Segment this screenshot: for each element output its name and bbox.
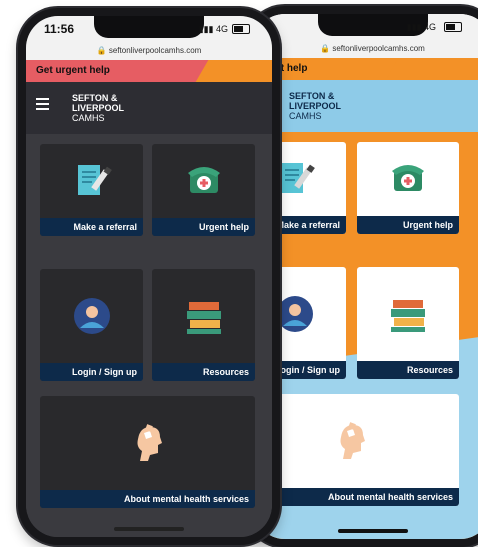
urgent-help-banner[interactable]: Get urgent help: [26, 60, 272, 82]
site-header: SEFTON & LIVERPOOL CAMHS: [26, 82, 272, 134]
network-label: 4G: [423, 22, 436, 32]
battery-icon: [444, 22, 462, 32]
menu-icon[interactable]: [36, 98, 49, 110]
user-avatar-icon: [40, 269, 143, 363]
status-time: 11:56: [44, 22, 75, 36]
home-indicator[interactable]: [337, 529, 408, 533]
tile-grid: Make a referral Urgent help Login / Sign…: [253, 132, 478, 539]
signal-network: ▮▮▮ 4G: [198, 24, 228, 34]
network-label: 4G: [215, 24, 228, 34]
lock-icon: 🔒: [320, 44, 331, 53]
phone-dark: 11:56 ▮▮▮ 4G 🔒 seftonliverpoolcamhs.com …: [18, 8, 280, 545]
tile-urgent-help[interactable]: Urgent help: [152, 144, 255, 236]
books-icon: [357, 267, 459, 361]
books-icon: [152, 269, 255, 363]
logo-line-1: SEFTON &: [72, 93, 118, 103]
signal-network: ▮▮▮ 4G: [406, 22, 436, 32]
tile-label: Urgent help: [357, 216, 459, 234]
logo-line-3: CAMHS: [72, 113, 105, 123]
tile-label: Urgent help: [152, 218, 255, 236]
url-text: seftonliverpoolcamhs.com: [332, 44, 425, 53]
head-puzzle-icon: [253, 394, 459, 488]
tile-label: Login / Sign up: [40, 363, 143, 381]
url-text: seftonliverpoolcamhs.com: [108, 46, 202, 55]
logo-line-2: LIVERPOOL: [289, 101, 342, 111]
logo-line-3: CAMHS: [289, 111, 322, 121]
logo-line-1: SEFTON &: [289, 91, 335, 101]
phone-screen: 56 ▮▮▮ 4G 🔒 seftonliverpoolcamhs.com gen…: [253, 14, 478, 539]
tile-about-services[interactable]: About mental health services: [253, 394, 459, 506]
url-bar[interactable]: 🔒 seftonliverpoolcamhs.com: [253, 44, 478, 53]
site-logo[interactable]: SEFTON & LIVERPOOL CAMHS: [72, 93, 124, 123]
tile-resources[interactable]: Resources: [152, 269, 255, 381]
head-puzzle-icon: [40, 396, 255, 490]
url-bar[interactable]: 🔒 seftonliverpoolcamhs.com: [26, 46, 272, 55]
site-header: SEFTON & LIVERPOOL CAMHS: [253, 80, 478, 132]
tile-make-referral[interactable]: Make a referral: [40, 144, 143, 236]
home-indicator[interactable]: [114, 527, 184, 531]
tile-label: About mental health services: [253, 488, 459, 506]
logo-line-2: LIVERPOOL: [72, 103, 125, 113]
tile-grid: Make a referral Urgent help Login / Sign…: [26, 134, 272, 537]
telephone-icon: [357, 142, 459, 216]
status-bar: 11:56 ▮▮▮ 4G 🔒 seftonliverpoolcamhs.com: [26, 16, 272, 60]
lock-icon: 🔒: [96, 46, 107, 55]
tile-resources[interactable]: Resources: [357, 267, 459, 379]
battery-icon: [232, 24, 250, 34]
banner-orange-stripe: [385, 58, 478, 80]
camera-notch: [94, 16, 204, 38]
tile-label: Resources: [357, 361, 459, 379]
tile-login-signup[interactable]: Login / Sign up: [40, 269, 143, 381]
phone-screen: 11:56 ▮▮▮ 4G 🔒 seftonliverpoolcamhs.com …: [26, 16, 272, 537]
tile-label: Resources: [152, 363, 255, 381]
telephone-icon: [152, 144, 255, 218]
site-logo[interactable]: SEFTON & LIVERPOOL CAMHS: [289, 91, 341, 121]
tile-label: About mental health services: [40, 490, 255, 508]
urgent-help-banner[interactable]: gent help: [253, 58, 478, 80]
referral-icon: [40, 144, 143, 218]
tile-label: Make a referral: [40, 218, 143, 236]
tile-urgent-help[interactable]: Urgent help: [357, 142, 459, 234]
banner-orange-stripe: [195, 60, 272, 82]
urgent-help-link[interactable]: Get urgent help: [36, 65, 110, 76]
tile-about-services[interactable]: About mental health services: [40, 396, 255, 508]
status-bar: 56 ▮▮▮ 4G 🔒 seftonliverpoolcamhs.com: [253, 14, 478, 58]
